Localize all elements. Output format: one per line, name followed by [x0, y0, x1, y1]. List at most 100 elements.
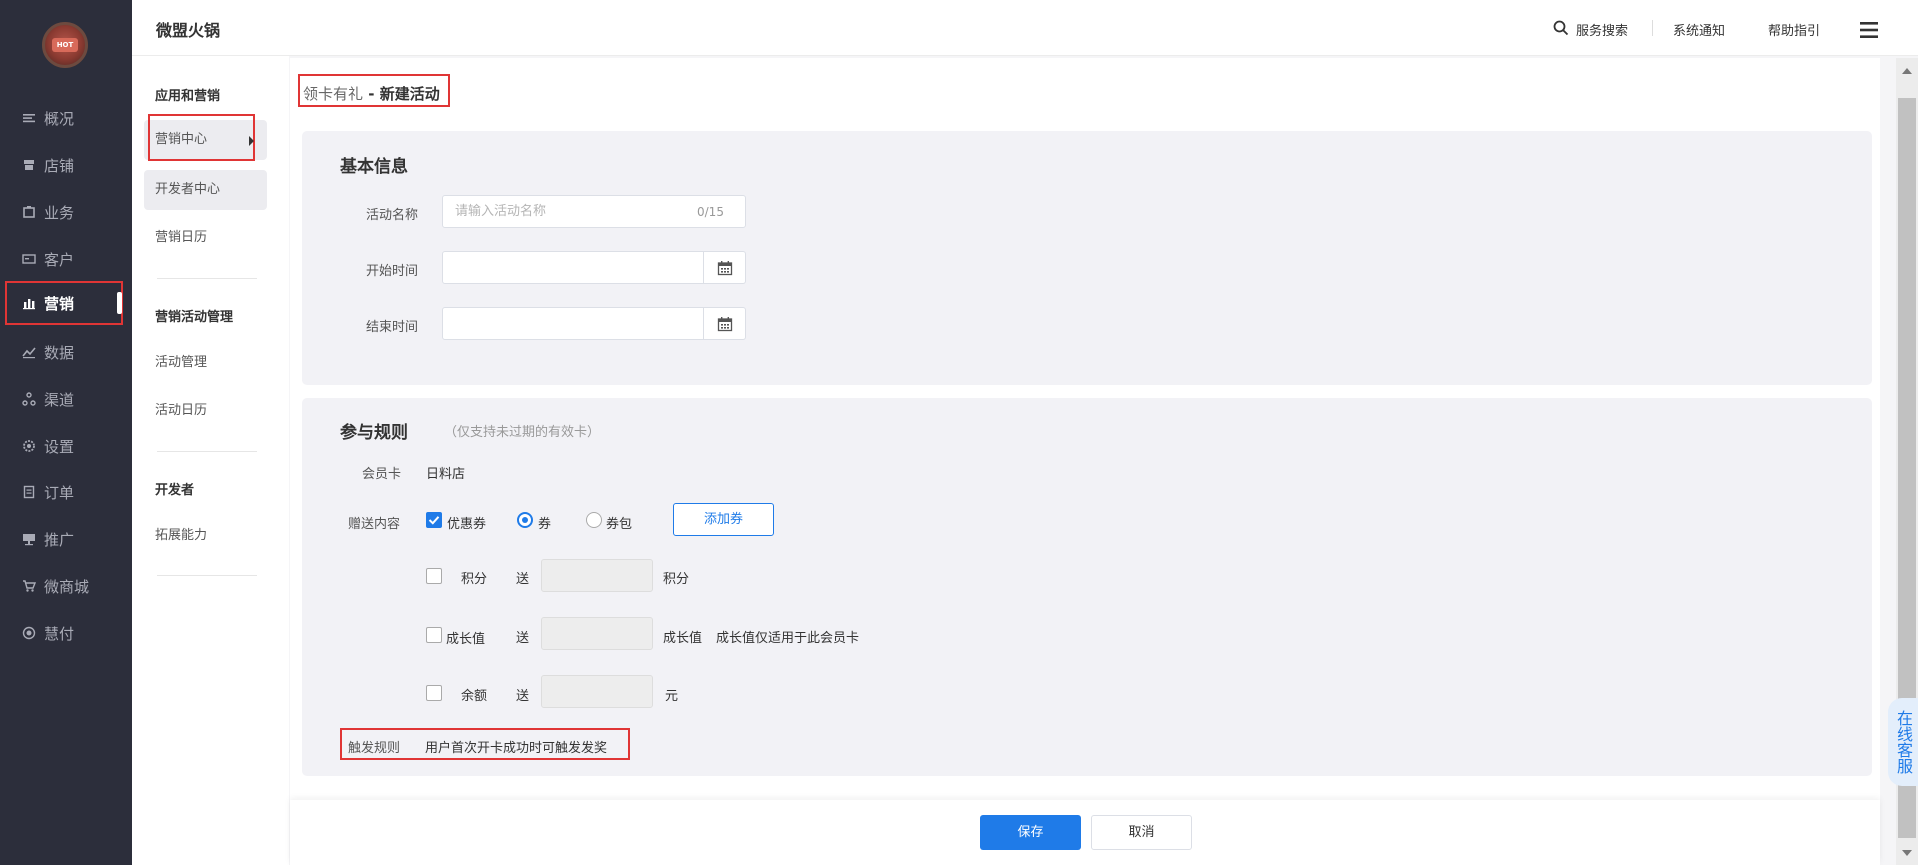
nav-item-business[interactable]: 业务 — [0, 192, 132, 232]
overview-icon — [23, 114, 35, 123]
growth-give-text: 送 — [516, 631, 530, 646]
member-card-label: 会员卡 — [362, 467, 402, 482]
subnav-divider — [157, 278, 257, 279]
rules-card — [302, 398, 1872, 776]
top-header: 微盟火锅 服务搜索 系统通知 帮助指引 — [132, 0, 1918, 56]
balance-checkbox[interactable] — [426, 685, 442, 701]
activity-name-label: 活动名称 — [366, 208, 419, 223]
customer-icon — [22, 254, 36, 264]
growth-label: 成长值 — [446, 632, 486, 647]
end-date-picker-button[interactable] — [704, 307, 746, 340]
nav-item-settings[interactable]: 设置 — [0, 426, 132, 466]
business-icon — [23, 206, 35, 218]
breadcrumb: 领卡有礼 - 新建活动 — [303, 83, 440, 104]
breadcrumb-separator: - — [363, 85, 380, 103]
points-label: 积分 — [461, 572, 488, 587]
points-checkbox[interactable] — [426, 568, 442, 584]
nav-label: 慧付 — [44, 624, 75, 643]
nav-label: 设置 — [44, 437, 75, 456]
subnav-group-title: 开发者 — [155, 483, 195, 498]
save-button[interactable]: 保存 — [980, 815, 1081, 850]
end-time-label: 结束时间 — [366, 320, 419, 335]
cancel-button[interactable]: 取消 — [1091, 815, 1192, 850]
search-icon[interactable] — [1553, 20, 1569, 36]
nav-item-store[interactable]: 店铺 — [0, 145, 132, 185]
nav-item-data[interactable]: 数据 — [0, 332, 132, 372]
nav-label: 概况 — [44, 109, 75, 128]
nav-active-indicator — [117, 292, 122, 314]
breadcrumb-current: 新建活动 — [379, 85, 440, 103]
nav-label: 业务 — [44, 203, 75, 222]
nav-item-pay[interactable]: 慧付 — [0, 613, 132, 653]
subnav-annotation-box — [148, 114, 255, 161]
nav-item-customer[interactable]: 客户 — [0, 239, 132, 279]
add-coupon-button[interactable]: 添加券 — [673, 503, 774, 536]
nav-item-order[interactable]: 订单 — [0, 472, 132, 512]
scroll-down-arrow-icon[interactable] — [1902, 850, 1912, 856]
subnav-group-title: 应用和营销 — [155, 89, 221, 104]
coupon-radio-label: 券 — [538, 517, 552, 532]
help-guide-link[interactable]: 帮助指引 — [1768, 20, 1820, 39]
start-date-picker-button[interactable] — [704, 251, 746, 284]
form-footer — [290, 800, 1880, 865]
settings-icon — [23, 440, 35, 452]
nav-label: 订单 — [44, 483, 75, 502]
calendar-icon — [717, 316, 732, 331]
main-sidebar: HOT 概况 店铺 业务 客户 营销 数据 渠道 设置 订单 推广 微商城 慧付 — [0, 0, 132, 865]
balance-label: 余额 — [461, 689, 488, 704]
channel-icon — [22, 392, 36, 406]
subnav-item-activity-manage[interactable]: 活动管理 — [144, 343, 267, 383]
points-input[interactable] — [541, 559, 653, 592]
nav-item-promotion[interactable]: 推广 — [0, 519, 132, 559]
store-icon — [24, 160, 34, 170]
basic-info-title: 基本信息 — [340, 157, 408, 177]
trigger-label: 触发规则 — [348, 741, 401, 756]
nav-item-overview[interactable]: 概况 — [0, 98, 132, 138]
subnav-item-extend[interactable]: 拓展能力 — [144, 516, 267, 556]
start-time-label: 开始时间 — [366, 264, 419, 279]
points-give-text: 送 — [516, 572, 530, 587]
balance-unit: 元 — [665, 689, 679, 704]
growth-note: 成长值仅适用于此会员卡 — [716, 631, 860, 646]
coupon-pack-radio[interactable] — [586, 512, 602, 528]
trigger-value: 用户首次开卡成功时可触发发奖 — [425, 741, 608, 756]
end-time-input[interactable] — [442, 307, 704, 340]
service-search-link[interactable]: 服务搜索 — [1576, 20, 1628, 39]
menu-icon[interactable] — [1859, 21, 1879, 39]
subnav-group-title: 营销活动管理 — [155, 310, 234, 325]
system-notify-link[interactable]: 系统通知 — [1673, 20, 1725, 39]
subnav-item-activity-calendar[interactable]: 活动日历 — [144, 391, 267, 431]
start-time-input[interactable] — [442, 251, 704, 284]
balance-input[interactable] — [541, 675, 653, 708]
nav-item-channel[interactable]: 渠道 — [0, 379, 132, 419]
nav-label: 客户 — [44, 250, 75, 269]
nav-label: 店铺 — [44, 156, 75, 175]
order-icon — [23, 485, 35, 499]
coupon-radio[interactable] — [517, 512, 533, 528]
subnav-divider — [157, 575, 257, 576]
gift-content-label: 赠送内容 — [348, 517, 401, 532]
data-icon — [22, 347, 36, 359]
nav-label: 渠道 — [44, 390, 75, 409]
growth-unit: 成长值 — [663, 631, 703, 646]
breadcrumb-parent[interactable]: 领卡有礼 — [303, 85, 363, 103]
subnav-item-developer-center[interactable]: 开发者中心 — [144, 170, 267, 210]
subnav-divider — [157, 451, 257, 452]
subnav-item-marketing-calendar[interactable]: 营销日历 — [144, 218, 267, 258]
check-icon — [428, 516, 440, 525]
online-service-tab[interactable]: 在线客服 — [1888, 698, 1918, 786]
brand-logo[interactable]: HOT — [42, 22, 88, 68]
rules-note: （仅支持未过期的有效卡） — [444, 425, 601, 440]
calendar-icon — [717, 260, 732, 275]
brand-name: 微盟火锅 — [156, 21, 221, 40]
coupon-label: 优惠券 — [447, 517, 487, 532]
coupon-checkbox[interactable] — [426, 512, 442, 528]
app-root: HOT 概况 店铺 业务 客户 营销 数据 渠道 设置 订单 推广 微商城 慧付… — [0, 0, 1918, 865]
nav-item-mall[interactable]: 微商城 — [0, 566, 132, 606]
growth-input[interactable] — [541, 617, 653, 650]
mall-icon — [23, 580, 36, 592]
points-unit: 积分 — [663, 572, 690, 587]
growth-checkbox[interactable] — [426, 627, 442, 643]
scroll-up-arrow-icon[interactable] — [1902, 68, 1912, 74]
nav-annotation-box — [5, 281, 123, 325]
